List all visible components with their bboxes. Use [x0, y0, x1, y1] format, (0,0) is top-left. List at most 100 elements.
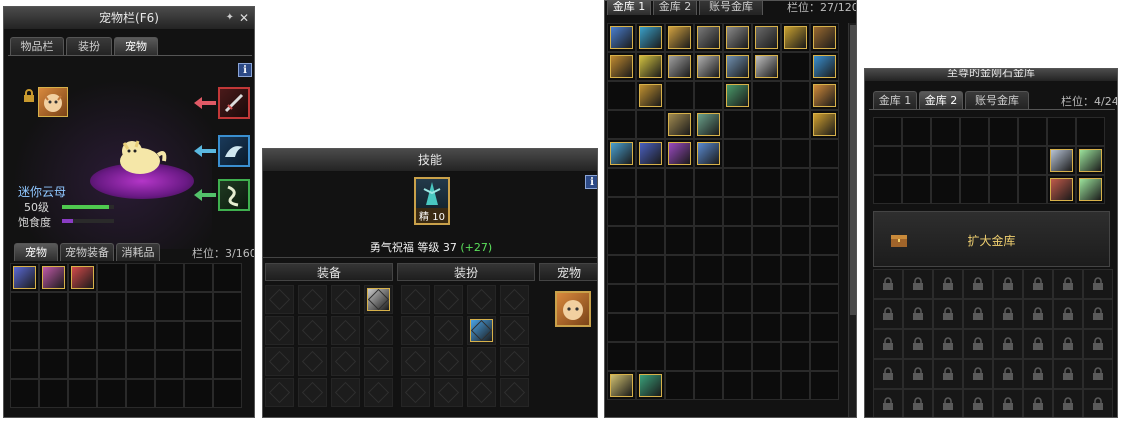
inventory-slot[interactable] [68, 292, 97, 321]
skill-window-titlebar[interactable]: 技能 [263, 149, 597, 172]
avatar-slot[interactable] [467, 285, 496, 314]
equipment-slot[interactable] [265, 347, 294, 376]
vault-slot[interactable] [781, 168, 810, 197]
vault-slot[interactable] [781, 371, 810, 400]
vault-slot[interactable] [752, 168, 781, 197]
account-vault-slot[interactable] [960, 117, 989, 146]
vault-scrollbar[interactable] [848, 23, 856, 417]
vault-slot[interactable] [781, 110, 810, 139]
account-vault-slot[interactable] [1076, 175, 1105, 204]
vault-slot[interactable] [694, 197, 723, 226]
vault-slot[interactable] [694, 342, 723, 371]
inventory-slot[interactable] [184, 263, 213, 292]
vault-slot[interactable] [781, 342, 810, 371]
inventory-slot[interactable] [126, 321, 155, 350]
account-vault-slot[interactable] [1047, 175, 1076, 204]
avatar-slot[interactable] [467, 316, 496, 345]
account-vault-slot[interactable] [873, 146, 902, 175]
inventory-slot[interactable] [126, 263, 155, 292]
inventory-slot[interactable] [184, 350, 213, 379]
inventory-slot[interactable] [97, 292, 126, 321]
vault-slot[interactable] [665, 226, 694, 255]
avatar-slot[interactable] [500, 378, 529, 407]
vault-slot[interactable] [723, 284, 752, 313]
inventory-slot[interactable] [155, 292, 184, 321]
info-icon[interactable]: i [238, 63, 252, 77]
inventory-slot[interactable] [10, 263, 39, 292]
inventory-slot[interactable] [10, 379, 39, 408]
inventory-slot[interactable] [126, 292, 155, 321]
avatar-slot[interactable] [434, 316, 463, 345]
account-vault-titlebar[interactable]: 至尊的金刚石金库 [865, 69, 1117, 81]
vault-slot[interactable] [665, 255, 694, 284]
account-vault-slot[interactable] [902, 146, 931, 175]
vault-slot[interactable] [694, 226, 723, 255]
close-icon[interactable]: ✕ [239, 7, 249, 29]
account-vault-slot[interactable] [960, 146, 989, 175]
vault-slot[interactable] [752, 139, 781, 168]
vault-slot[interactable] [694, 371, 723, 400]
inventory-slot[interactable] [213, 379, 242, 408]
vault-slot[interactable] [607, 168, 636, 197]
inventory-slot[interactable] [39, 379, 68, 408]
avatar-slot[interactable] [467, 347, 496, 376]
vault-slot[interactable] [665, 371, 694, 400]
tab-inventory[interactable]: 物品栏 [10, 37, 64, 55]
vault-slot[interactable] [607, 139, 636, 168]
vault-slot[interactable] [781, 255, 810, 284]
pin-icon[interactable]: ✦ [226, 7, 234, 29]
avatar-slot[interactable] [401, 378, 430, 407]
vault-slot[interactable] [694, 23, 723, 52]
vault-slot[interactable] [636, 23, 665, 52]
account-vault-slot[interactable] [1018, 146, 1047, 175]
vault-slot[interactable] [723, 81, 752, 110]
equipment-slot[interactable] [298, 347, 327, 376]
vault-slot[interactable] [752, 255, 781, 284]
avatar-slot[interactable] [434, 285, 463, 314]
account-vault-slot[interactable] [960, 175, 989, 204]
vault-slot[interactable] [694, 255, 723, 284]
account-vault-slot[interactable] [1076, 146, 1105, 175]
vault-slot[interactable] [694, 110, 723, 139]
avatar-slot[interactable] [434, 347, 463, 376]
equipment-slot[interactable] [265, 316, 294, 345]
vault-scroll-thumb[interactable] [850, 25, 856, 315]
vault-slot[interactable] [810, 371, 839, 400]
inventory-slot[interactable] [155, 379, 184, 408]
equipment-slot[interactable] [364, 316, 393, 345]
vault-slot[interactable] [781, 139, 810, 168]
inventory-slot[interactable] [97, 350, 126, 379]
inventory-slot[interactable] [39, 321, 68, 350]
vault-slot[interactable] [607, 284, 636, 313]
vault-slot[interactable] [781, 226, 810, 255]
inventory-slot[interactable] [126, 350, 155, 379]
vault-slot[interactable] [723, 23, 752, 52]
vault-slot[interactable] [810, 284, 839, 313]
vault-slot[interactable] [636, 139, 665, 168]
inventory-slot[interactable] [10, 321, 39, 350]
vault-slot[interactable] [723, 342, 752, 371]
account-vault-slot[interactable] [1018, 117, 1047, 146]
account-vault-slot[interactable] [1047, 146, 1076, 175]
vault-slot[interactable] [607, 81, 636, 110]
inventory-slot[interactable] [68, 263, 97, 292]
inventory-slot[interactable] [155, 321, 184, 350]
vault-slot[interactable] [694, 313, 723, 342]
vault-slot[interactable] [781, 52, 810, 81]
vault-slot[interactable] [665, 23, 694, 52]
vault-slot[interactable] [636, 284, 665, 313]
vault-slot[interactable] [810, 23, 839, 52]
vault-slot[interactable] [636, 226, 665, 255]
vault-slot[interactable] [607, 342, 636, 371]
account-vault-slot[interactable] [931, 175, 960, 204]
inventory-slot[interactable] [213, 292, 242, 321]
equipment-slot[interactable] [265, 285, 294, 314]
vault-slot[interactable] [665, 197, 694, 226]
tab-vault-1[interactable]: 金库 1 [607, 1, 651, 15]
vault-slot[interactable] [810, 110, 839, 139]
inventory-slot[interactable] [97, 263, 126, 292]
avatar-slot[interactable] [500, 285, 529, 314]
pet-portrait-slot[interactable] [38, 87, 68, 117]
pet-skill-slot-3[interactable] [218, 179, 250, 211]
pet-window-titlebar[interactable]: 宠物栏(F6) ✦ ✕ [4, 7, 254, 30]
